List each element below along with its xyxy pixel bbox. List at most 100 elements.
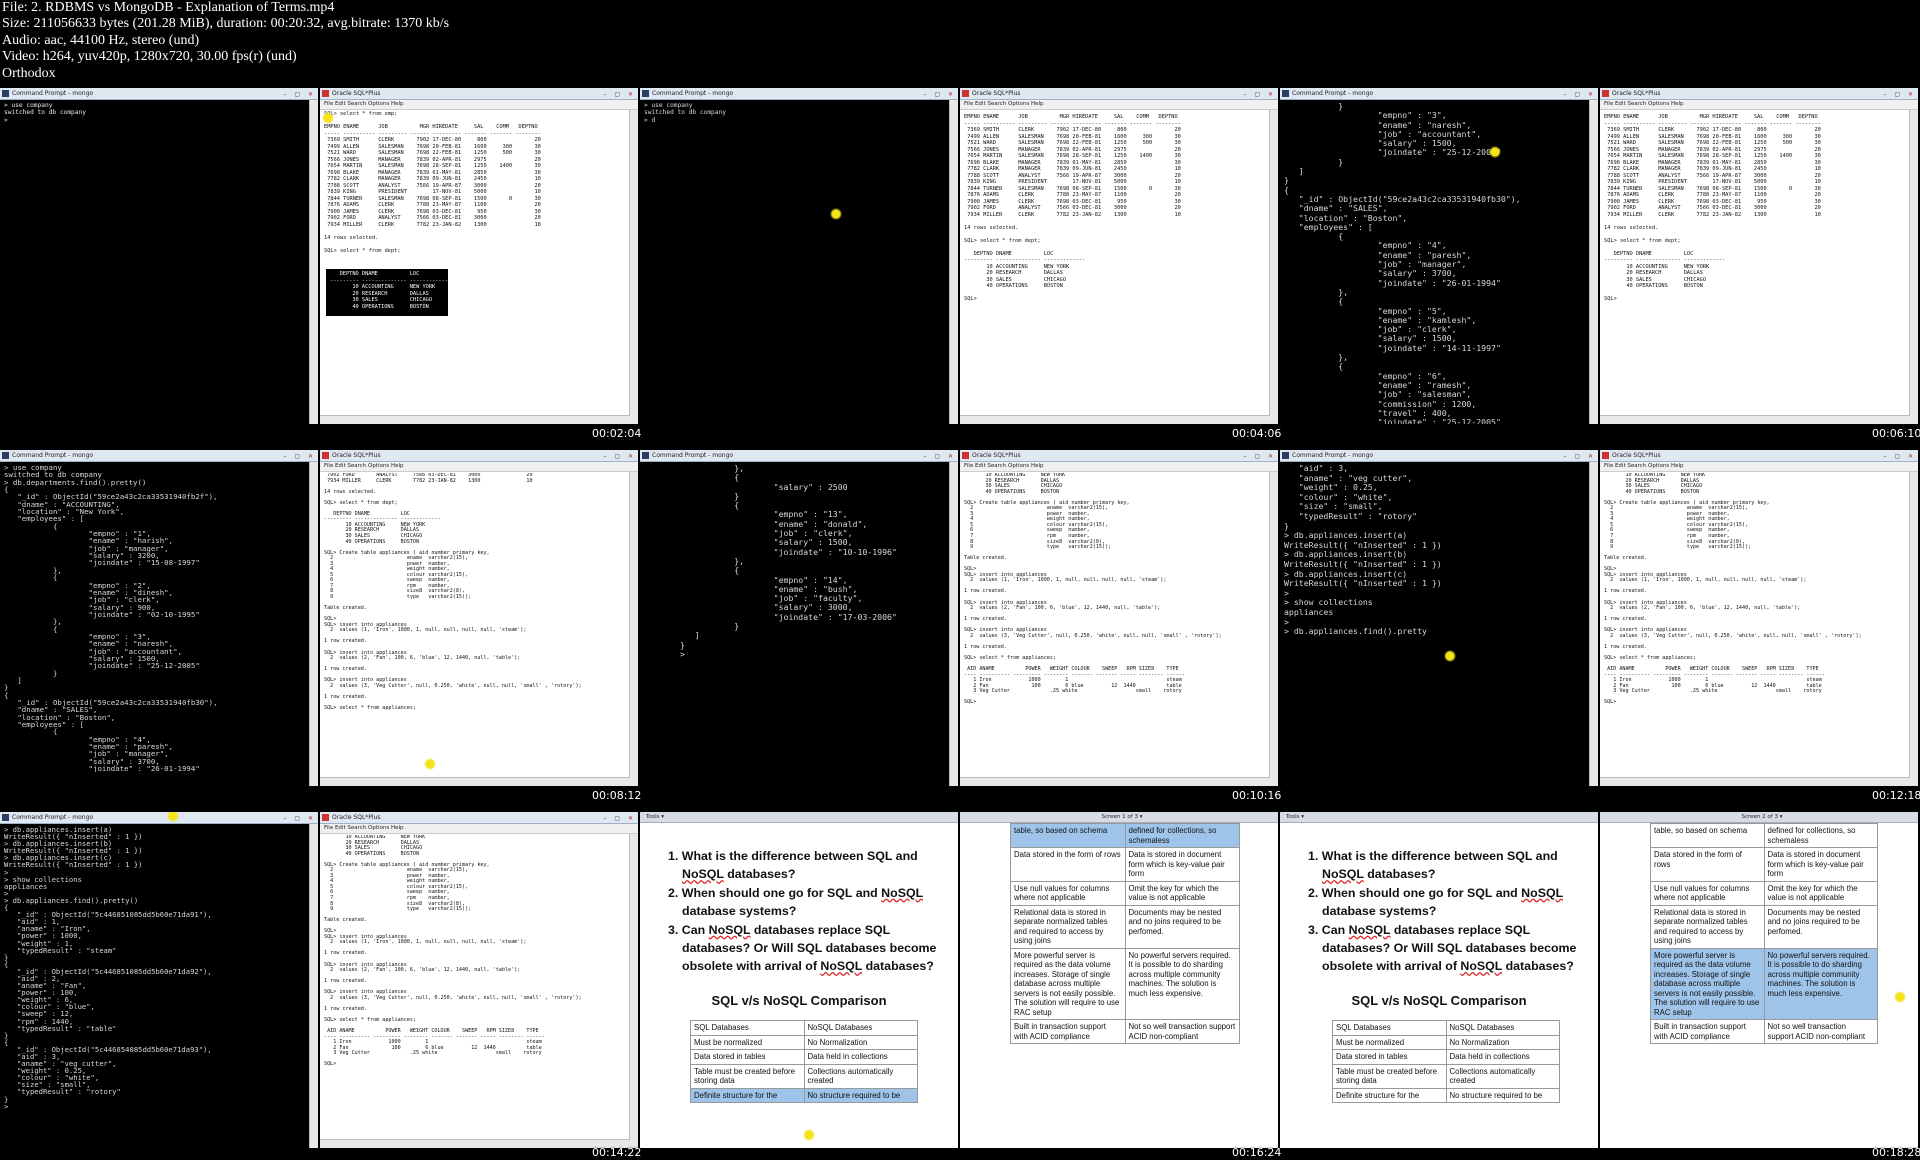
thumbnail-1f[interactable]: Oracle SQL*Plus – ▢ ✕ File Edit Search Op…: [1600, 88, 1918, 424]
window-controls-icon[interactable]: – ▢ ✕: [283, 813, 316, 823]
thumbnail-2e[interactable]: Command Prompt - mongo – ▢ ✕ "aid" : 3, "…: [1280, 450, 1598, 786]
table-row: Table must be created before storing dat…: [1332, 1063, 1560, 1089]
window-title: Oracle SQL*Plus: [332, 90, 381, 97]
window-controls-icon[interactable]: – ▢ ✕: [923, 89, 956, 99]
window-controls-icon[interactable]: – ▢ ✕: [1563, 89, 1596, 99]
scrollbar[interactable]: [629, 110, 638, 424]
cmd-icon: [2, 90, 9, 97]
reading-toolbar[interactable]: Screen 2 of 3 ▾: [1600, 812, 1918, 823]
thumbnail-2b[interactable]: Oracle SQL*Plus – ▢ ✕ File Edit Search Op…: [320, 450, 638, 786]
scrollbar[interactable]: [320, 415, 630, 424]
window-controls-icon[interactable]: – ▢ ✕: [1243, 89, 1276, 99]
window-controls-icon[interactable]: – ▢ ✕: [603, 89, 636, 99]
table-cell: SQL Databases: [1332, 1020, 1447, 1036]
menu-bar[interactable]: File Edit Search Options Help: [960, 462, 1278, 472]
reading-toolbar[interactable]: Screen 1 of 3 ▾: [960, 812, 1278, 823]
reading-toolbar[interactable]: Tools ▾: [640, 812, 958, 823]
thumbnail-2d[interactable]: Oracle SQL*Plus – ▢ ✕ File Edit Search Op…: [960, 450, 1278, 786]
sql-output: SQL> select * from emp; EMPNO ENAME JOB …: [324, 111, 541, 254]
window-controls-icon[interactable]: – ▢ ✕: [603, 813, 636, 823]
window-title: Oracle SQL*Plus: [332, 452, 381, 459]
thumbnail-3a[interactable]: Command Prompt - mongo – ▢ ✕ > db.applian…: [0, 812, 318, 1148]
cursor-highlight-icon: [830, 208, 842, 220]
timestamp: 00:14:22: [592, 1146, 642, 1159]
window-title: Command Prompt - mongo: [12, 452, 94, 459]
table-cell: Built in transaction support with ACID c…: [1010, 1019, 1126, 1044]
thumbnail-1d[interactable]: Oracle SQL*Plus – ▢ ✕ File Edit Search Op…: [960, 88, 1278, 424]
window-controls-icon[interactable]: – ▢ ✕: [1883, 89, 1916, 99]
window-controls-icon[interactable]: – ▢ ✕: [283, 451, 316, 461]
menu-bar[interactable]: File Edit Search Options Help: [320, 462, 638, 472]
cmd-window: Command Prompt - mongo – ▢ ✕ }, { "salary…: [640, 450, 958, 786]
table-cell: table, so based on schema: [1650, 823, 1765, 848]
thumbnail-2a[interactable]: Command Prompt - mongo – ▢ ✕ > use compan…: [0, 450, 318, 786]
table-cell: Data held in collections: [803, 1049, 918, 1065]
sqlplus-icon: [962, 90, 969, 97]
sql-output: EMPNO ENAME JOB MGR HIREDATE SAL COMM DE…: [964, 114, 1181, 302]
thumbnail-1a[interactable]: Command Prompt - mongo – ▢ ✕ > use compan…: [0, 88, 318, 424]
table-cell: More powerful server is required as the …: [1010, 947, 1126, 1020]
window-controls-icon[interactable]: – ▢ ✕: [923, 451, 956, 461]
scrollbar[interactable]: [629, 834, 638, 1148]
table-row: Built in transaction support with ACID c…: [1650, 1019, 1878, 1044]
window-controls-icon[interactable]: – ▢ ✕: [1883, 451, 1916, 461]
scrollbar[interactable]: [309, 100, 318, 424]
window-controls-icon[interactable]: – ▢ ✕: [1243, 451, 1276, 461]
scrollbar[interactable]: [320, 777, 630, 786]
scrollbar[interactable]: [960, 777, 1270, 786]
console-text: > db.appliances.insert(a) WriteResult({ …: [4, 826, 212, 1110]
menu-bar[interactable]: File Edit Search Options Help: [320, 824, 638, 834]
document-page: table, so based on schema defined for col…: [960, 823, 1278, 1148]
scrollbar[interactable]: [1600, 777, 1910, 786]
thumbnail-3d[interactable]: Screen 1 of 3 ▾ table, so based on schem…: [960, 812, 1278, 1148]
scrollbar[interactable]: [309, 462, 318, 786]
thumbnail-1b[interactable]: Oracle SQL*Plus – ▢ ✕ File Edit Search Op…: [320, 88, 638, 424]
table-cell: No Normalization: [803, 1034, 918, 1050]
timestamp: 00:08:12: [592, 789, 642, 802]
table-cell: Not so well transaction support ACID non…: [1124, 1019, 1240, 1044]
document-page: 1. What is the difference between SQL an…: [640, 823, 958, 1148]
scrollbar[interactable]: [1269, 110, 1278, 424]
scrollbar[interactable]: [1600, 415, 1910, 424]
thumbnail-2f[interactable]: Oracle SQL*Plus – ▢ ✕ File Edit Search Op…: [1600, 450, 1918, 786]
menu-bar[interactable]: File Edit Search Options Help: [960, 100, 1278, 110]
scrollbar[interactable]: [629, 472, 638, 786]
menu-bar[interactable]: File Edit Search Options Help: [320, 100, 638, 110]
thumbnail-1c[interactable]: Command Prompt - mongo – ▢ ✕ > use compan…: [640, 88, 958, 424]
table-row: Must be normalized No Normalization: [1332, 1034, 1560, 1050]
window-controls-icon[interactable]: – ▢ ✕: [1563, 451, 1596, 461]
selected-text: DEPTNO DNAME LOC --------- -------------…: [326, 269, 448, 316]
table-row: Use null values for columns where not ap…: [1010, 880, 1240, 906]
scrollbar[interactable]: [1269, 472, 1278, 786]
scrollbar[interactable]: [960, 415, 1270, 424]
menu-bar[interactable]: File Edit Search Options Help: [1600, 100, 1918, 110]
sql-output: 10 ACCOUNTING NEW YORK 20 RESEARCH DALLA…: [324, 835, 582, 1068]
scrollbar[interactable]: [1589, 100, 1598, 424]
thumbnail-1e[interactable]: Command Prompt - mongo – ▢ ✕ } "empno" : …: [1280, 88, 1598, 424]
console-text: > use company switched to db company > d…: [4, 464, 218, 773]
thumbnail-2c[interactable]: Command Prompt - mongo – ▢ ✕ }, { "salary…: [640, 450, 958, 786]
audio-line: Audio: aac, 44100 Hz, stereo (und): [2, 32, 200, 48]
thumbnail-3e[interactable]: Tools ▾ 1. What is the difference betwee…: [1280, 812, 1598, 1148]
window-controls-icon[interactable]: – ▢ ✕: [283, 89, 316, 99]
scrollbar[interactable]: [949, 462, 958, 786]
scrollbar[interactable]: [1909, 472, 1918, 786]
table-cell: defined for collections, so schemaless: [1763, 823, 1878, 848]
thumbnail-3b[interactable]: Oracle SQL*Plus – ▢ ✕ File Edit Search Op…: [320, 812, 638, 1148]
thumbnail-3f[interactable]: Screen 2 of 3 ▾ table, so based on schem…: [1600, 812, 1918, 1148]
scrollbar[interactable]: [320, 1139, 630, 1148]
reading-toolbar[interactable]: Tools ▾: [1280, 812, 1598, 823]
sqlplus-window: Oracle SQL*Plus – ▢ ✕ File Edit Search Op…: [320, 812, 638, 1148]
scrollbar[interactable]: [1589, 462, 1598, 786]
thumbnail-3c[interactable]: Tools ▾ 1. What is the difference betwee…: [640, 812, 958, 1148]
menu-bar[interactable]: File Edit Search Options Help: [1600, 462, 1918, 472]
window-controls-icon[interactable]: – ▢ ✕: [603, 451, 636, 461]
question-2: 2. When should one go for SQL and NoSQL …: [668, 885, 923, 919]
sql-output: 10 ACCOUNTING NEW YORK 20 RESEARCH DALLA…: [1604, 473, 1862, 706]
scrollbar[interactable]: [309, 824, 318, 1148]
window-title: Command Prompt - mongo: [652, 452, 734, 459]
scrollbar[interactable]: [949, 100, 958, 424]
scrollbar[interactable]: [1909, 110, 1918, 424]
window-title: Command Prompt - mongo: [12, 814, 94, 821]
thumbnail-grid: Command Prompt - mongo – ▢ ✕ > use compan…: [0, 88, 1920, 1160]
